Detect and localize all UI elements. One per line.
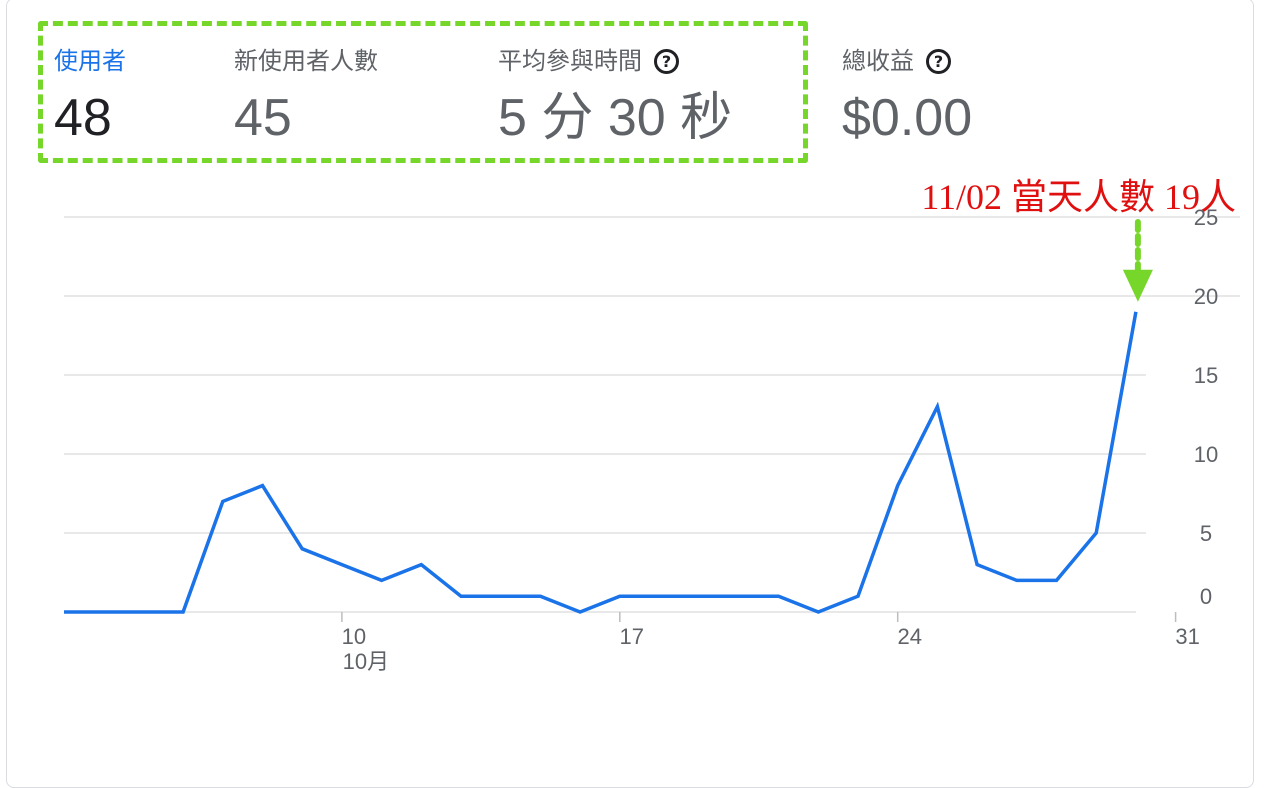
y-tick-label: 25	[1194, 205, 1218, 230]
x-tick-label: 10	[342, 624, 366, 649]
y-tick-label: 15	[1194, 363, 1218, 388]
x-tick-sublabel: 10月	[343, 649, 389, 674]
x-tick-label: 17	[620, 624, 644, 649]
x-tick-label: 24	[897, 624, 921, 649]
x-tick-label: 31	[1175, 624, 1199, 649]
y-tick-label: 5	[1200, 521, 1212, 546]
annotation-arrow-head	[1122, 269, 1153, 302]
series-line	[64, 311, 1138, 614]
y-tick-label: 10	[1194, 442, 1218, 467]
y-tick-label: 0	[1200, 584, 1212, 609]
users-line-chart: 05101520251010月17 24 31	[64, 205, 1240, 674]
y-tick-label: 20	[1194, 284, 1218, 309]
